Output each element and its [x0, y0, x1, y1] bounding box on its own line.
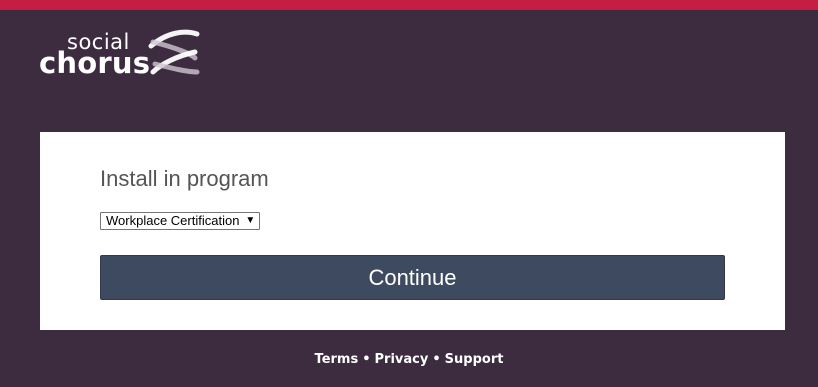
logo-mark-icon [148, 29, 200, 75]
privacy-link[interactable]: Privacy [375, 352, 429, 367]
terms-link[interactable]: Terms [315, 352, 359, 367]
page-title: Install in program [100, 166, 269, 191]
support-link[interactable]: Support [445, 352, 504, 367]
top-accent-bar [0, 0, 818, 10]
chevron-down-icon: ▼ [245, 215, 256, 226]
socialchorus-logo: social chorus [39, 28, 204, 80]
install-card: Install in program Workplace Certificati… [40, 132, 785, 330]
continue-button[interactable]: Continue [100, 255, 725, 300]
program-select[interactable]: Workplace Certification ▼ [100, 212, 261, 230]
footer-separator: • [432, 352, 441, 367]
program-select-value: Workplace Certification [106, 213, 240, 228]
footer-links: Terms • Privacy • Support [0, 352, 818, 367]
logo-word-chorus: chorus [39, 46, 151, 80]
footer-separator: • [362, 352, 371, 367]
